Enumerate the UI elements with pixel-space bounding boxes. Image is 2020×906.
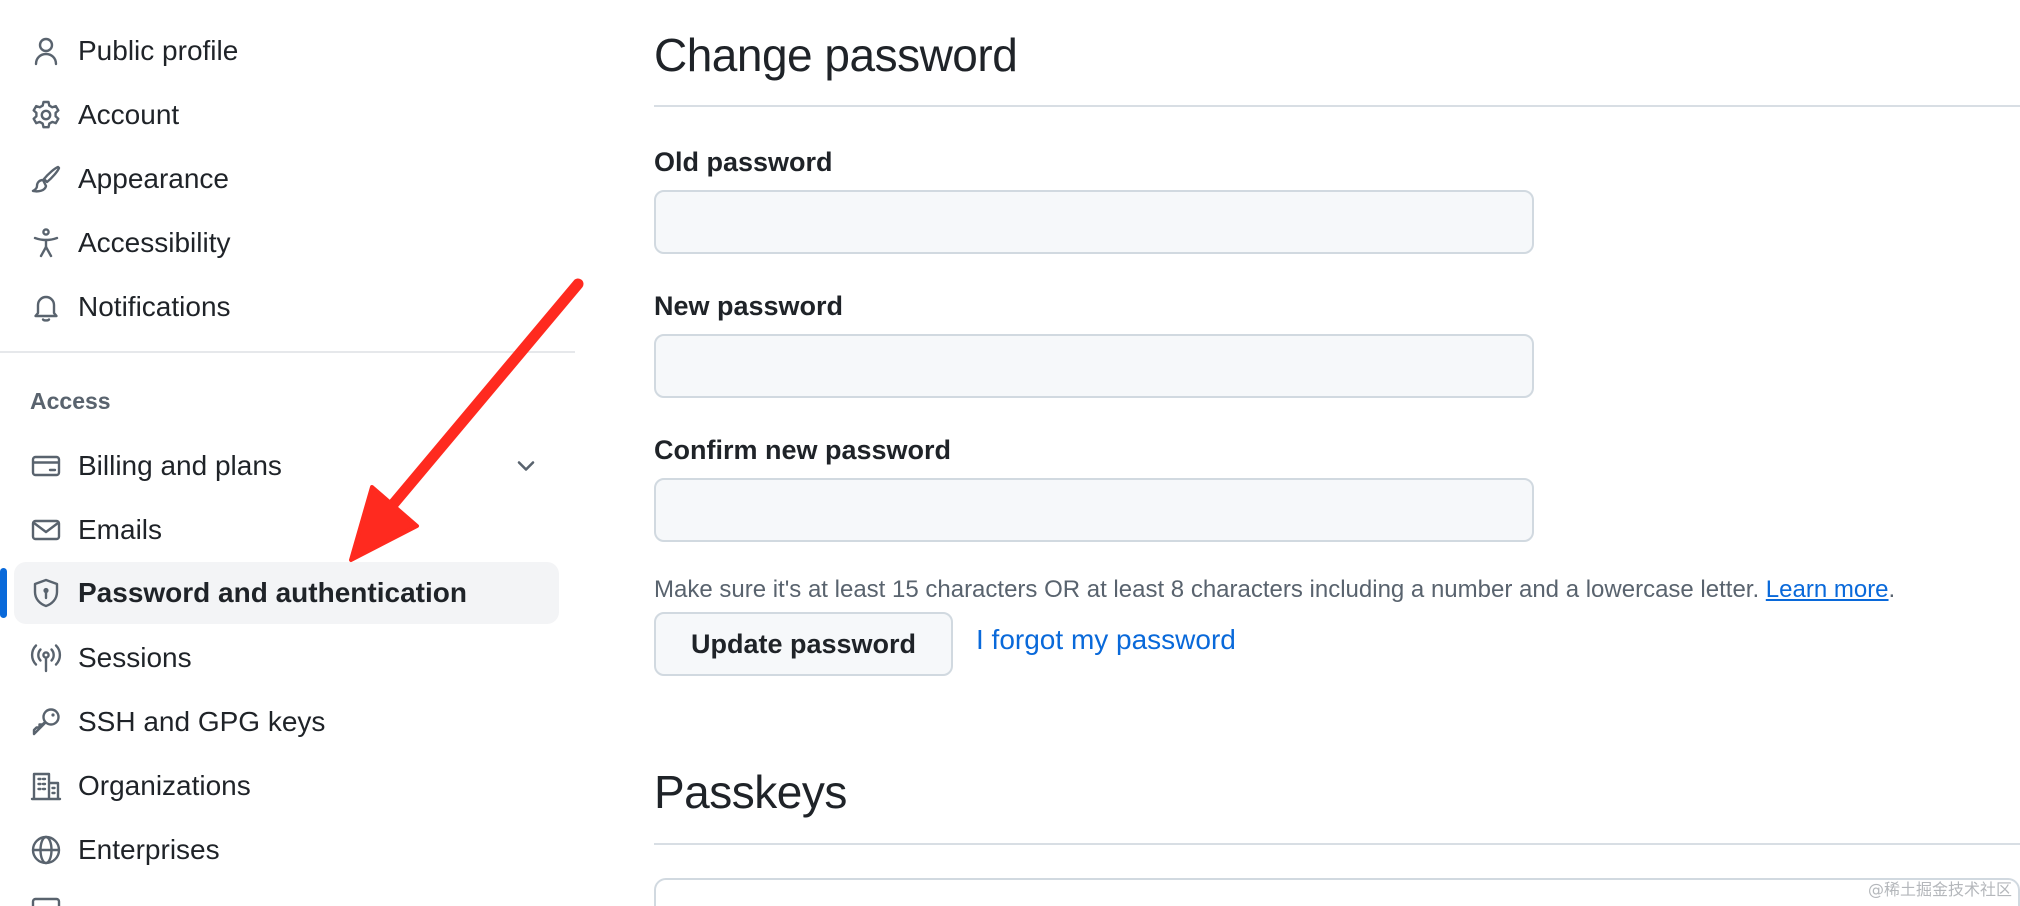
sidebar-item-enterprises[interactable]: Enterprises [14,819,559,881]
sidebar-item-accessibility[interactable]: Accessibility [14,212,559,274]
mail-icon [30,514,62,546]
person-icon [30,35,62,67]
bell-icon [30,291,62,323]
sidebar-divider [0,351,575,353]
sidebar-item-password-authentication[interactable]: Password and authentication [14,562,559,624]
note-period: . [1888,576,1896,603]
sidebar-item-label: SSH and GPG keys [78,706,326,737]
partial-sidebar-icon [30,894,62,906]
learn-more-link[interactable]: Learn more [1766,576,1889,603]
new-password-label: New password [654,291,844,321]
gear-icon [30,99,62,131]
accessibility-icon [30,227,62,259]
sidebar-item-label: Public profile [78,35,239,66]
sidebar-item-sessions[interactable]: Sessions [14,627,559,689]
confirm-password-label: Confirm new password [654,435,952,465]
chevron-down-icon[interactable] [512,452,540,480]
sidebar-item-appearance[interactable]: Appearance [14,148,559,210]
sidebar-item-label: Enterprises [78,834,220,865]
section-divider [654,105,2020,107]
paintbrush-icon [30,163,62,195]
sidebar-item-label: Sessions [78,642,192,673]
confirm-password-field[interactable] [654,478,1534,542]
sidebar-item-emails[interactable]: Emails [14,499,559,561]
sidebar-item-label: Account [78,99,180,130]
change-password-title: Change password [654,29,1018,81]
shield-lock-icon [30,577,62,609]
note-text: Make sure it's at least 15 characters OR… [654,576,1760,603]
sidebar-item-label: Organizations [78,770,251,801]
sidebar-item-public-profile[interactable]: Public profile [14,20,559,82]
settings-sidebar: Public profile Account Appearance Access… [0,0,575,906]
passkeys-box [654,878,2020,906]
settings-content: Change password Old password New passwor… [654,0,2020,906]
sidebar-item-notifications[interactable]: Notifications [14,276,559,338]
passkeys-title: Passkeys [654,766,847,818]
new-password-field[interactable] [654,334,1534,398]
sidebar-item-billing[interactable]: Billing and plans [14,435,559,497]
globe-icon [30,834,62,866]
forgot-password-link[interactable]: I forgot my password [976,624,1236,656]
sidebar-item-label: Password and authentication [78,577,467,608]
organization-icon [30,770,62,802]
sidebar-item-account[interactable]: Account [14,84,559,146]
old-password-label: Old password [654,147,833,177]
section-divider [654,843,2020,845]
sidebar-item-label: Billing and plans [78,450,282,481]
sidebar-item-label: Emails [78,514,163,545]
sidebar-item-label: Notifications [78,291,231,322]
password-requirements-note: Make sure it's at least 15 characters OR… [654,576,1895,604]
sidebar-item-label: Appearance [78,163,230,194]
old-password-field[interactable] [654,190,1534,254]
update-password-button[interactable]: Update password [654,612,953,676]
key-icon [30,706,62,738]
watermark: @稀土掘金技术社区 [1867,880,2012,899]
sidebar-item-organizations[interactable]: Organizations [14,755,559,817]
active-indicator [0,568,7,618]
credit-card-icon [30,450,62,482]
broadcast-icon [30,642,62,674]
sidebar-item-label: Accessibility [78,227,231,258]
sidebar-item-ssh-gpg-keys[interactable]: SSH and GPG keys [14,691,559,753]
sidebar-section-heading: Access [30,388,111,414]
